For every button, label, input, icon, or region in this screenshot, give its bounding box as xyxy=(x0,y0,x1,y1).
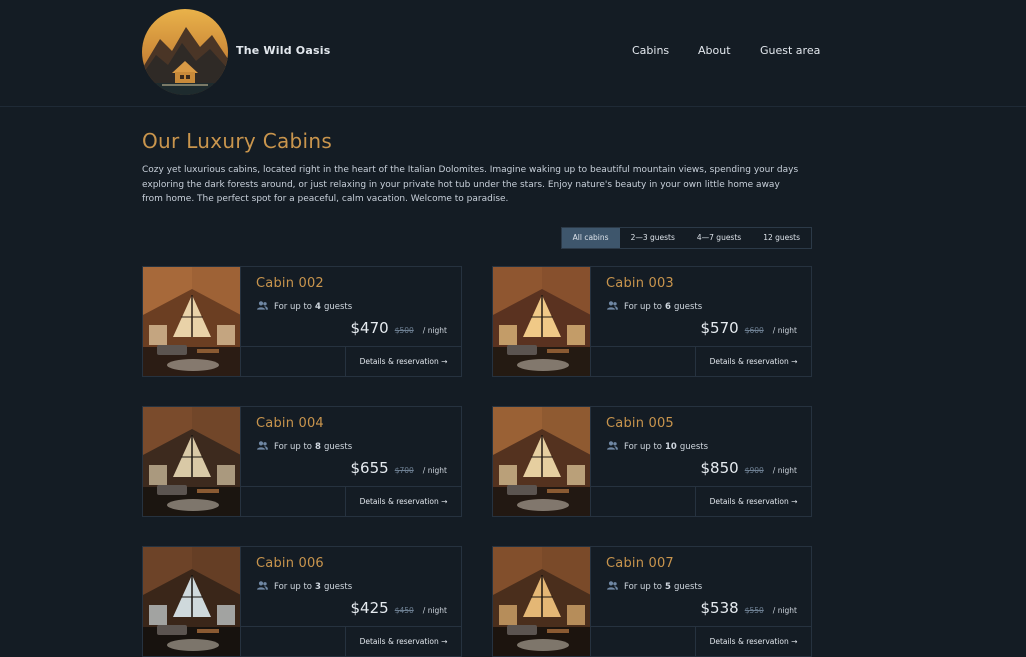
price-row: $850 $900 / night xyxy=(701,459,797,477)
users-icon xyxy=(257,301,268,313)
filter-2-3-guests[interactable]: 2—3 guests xyxy=(620,228,686,248)
cabin-card: Cabin 004 For up to 8 guests $655 $700 /… xyxy=(142,406,462,517)
guests-suffix: guests xyxy=(673,582,703,592)
cabin-name: Cabin 004 xyxy=(256,416,324,431)
nav-about[interactable]: About xyxy=(698,44,731,57)
guests-prefix: For up to xyxy=(274,582,313,592)
details-reservation-button[interactable]: Details & reservation → xyxy=(695,487,811,517)
site-header: The Wild Oasis Cabins About Guest area xyxy=(0,0,1026,107)
guests-prefix: For up to xyxy=(624,442,663,452)
per-night-label: / night xyxy=(772,606,797,615)
cabin-grid: Cabin 002 For up to 4 guests $470 $500 /… xyxy=(142,266,812,657)
per-night-label: / night xyxy=(772,326,797,335)
card-footer: Details & reservation → xyxy=(241,486,461,517)
guests-prefix: For up to xyxy=(274,442,313,452)
cabin-card: Cabin 007 For up to 5 guests $538 $550 /… xyxy=(492,546,812,657)
details-reservation-button[interactable]: Details & reservation → xyxy=(345,487,461,517)
users-icon xyxy=(607,441,618,453)
guests-count: 4 xyxy=(315,302,321,312)
users-icon xyxy=(607,581,618,593)
price-row: $570 $600 / night xyxy=(701,319,797,337)
cabin-price: $570 xyxy=(700,319,739,337)
cabin-photo[interactable] xyxy=(493,547,591,656)
cabin-name: Cabin 006 xyxy=(256,556,324,571)
card-footer: Details & reservation → xyxy=(241,626,461,657)
users-icon xyxy=(257,441,268,453)
cabin-card: Cabin 003 For up to 6 guests $570 $600 /… xyxy=(492,266,812,377)
details-reservation-button[interactable]: Details & reservation → xyxy=(345,347,461,377)
cabin-regular-price: $900 xyxy=(744,466,764,475)
cabin-photo[interactable] xyxy=(143,547,241,656)
cabin-regular-price: $450 xyxy=(394,606,414,615)
users-icon xyxy=(607,301,618,313)
filter-4-7-guests[interactable]: 4—7 guests xyxy=(686,228,752,248)
card-footer: Details & reservation → xyxy=(591,486,811,517)
cabin-guests: For up to 3 guests xyxy=(257,581,352,593)
guests-count: 10 xyxy=(665,442,677,452)
cabin-regular-price: $500 xyxy=(394,326,414,335)
card-footer: Details & reservation → xyxy=(591,626,811,657)
page-title: Our Luxury Cabins xyxy=(142,129,333,153)
price-row: $470 $500 / night xyxy=(351,319,447,337)
cabin-name: Cabin 005 xyxy=(606,416,674,431)
cabin-price: $425 xyxy=(350,599,389,617)
price-row: $425 $450 / night xyxy=(351,599,447,617)
cabin-regular-price: $700 xyxy=(394,466,414,475)
mountain-cabin-logo[interactable] xyxy=(142,9,228,95)
cabin-guests: For up to 6 guests xyxy=(607,301,702,313)
per-night-label: / night xyxy=(422,606,447,615)
guests-prefix: For up to xyxy=(624,302,663,312)
cabin-guests: For up to 10 guests xyxy=(607,441,708,453)
guests-count: 8 xyxy=(315,442,321,452)
cabin-photo[interactable] xyxy=(493,267,591,376)
guests-suffix: guests xyxy=(673,302,703,312)
cabin-price: $850 xyxy=(700,459,739,477)
guests-suffix: guests xyxy=(323,302,353,312)
guests-count: 5 xyxy=(665,582,671,592)
details-reservation-button[interactable]: Details & reservation → xyxy=(695,627,811,657)
guest-filter: All cabins 2—3 guests 4—7 guests 12 gues… xyxy=(560,227,812,249)
price-row: $655 $700 / night xyxy=(351,459,447,477)
nav-cabins[interactable]: Cabins xyxy=(632,44,669,57)
cabin-guests: For up to 5 guests xyxy=(607,581,702,593)
cabin-card: Cabin 002 For up to 4 guests $470 $500 /… xyxy=(142,266,462,377)
cabin-photo[interactable] xyxy=(143,407,241,516)
cabin-card: Cabin 005 For up to 10 guests $850 $900 … xyxy=(492,406,812,517)
cabin-card: Cabin 006 For up to 3 guests $425 $450 /… xyxy=(142,546,462,657)
guests-suffix: guests xyxy=(323,442,353,452)
users-icon xyxy=(257,581,268,593)
cabin-price: $538 xyxy=(700,599,739,617)
per-night-label: / night xyxy=(772,466,797,475)
filter-12-guests[interactable]: 12 guests xyxy=(752,228,811,248)
cabin-price: $470 xyxy=(350,319,389,337)
cabin-name: Cabin 003 xyxy=(606,276,674,291)
nav-guest-area[interactable]: Guest area xyxy=(760,44,820,57)
guests-suffix: guests xyxy=(679,442,709,452)
cabin-name: Cabin 002 xyxy=(256,276,324,291)
cabin-regular-price: $600 xyxy=(744,326,764,335)
guests-suffix: guests xyxy=(323,582,353,592)
cabin-photo[interactable] xyxy=(143,267,241,376)
cabin-regular-price: $550 xyxy=(744,606,764,615)
guests-prefix: For up to xyxy=(624,582,663,592)
brand-name[interactable]: The Wild Oasis xyxy=(236,44,330,57)
cabin-price: $655 xyxy=(350,459,389,477)
guests-count: 6 xyxy=(665,302,671,312)
cabin-guests: For up to 8 guests xyxy=(257,441,352,453)
guests-prefix: For up to xyxy=(274,302,313,312)
card-footer: Details & reservation → xyxy=(241,346,461,377)
per-night-label: / night xyxy=(422,466,447,475)
guests-count: 3 xyxy=(315,582,321,592)
card-footer: Details & reservation → xyxy=(591,346,811,377)
intro-text: Cozy yet luxurious cabins, located right… xyxy=(142,165,799,204)
filter-all-cabins[interactable]: All cabins xyxy=(561,228,620,248)
cabin-name: Cabin 007 xyxy=(606,556,674,571)
details-reservation-button[interactable]: Details & reservation → xyxy=(695,347,811,377)
cabin-guests: For up to 4 guests xyxy=(257,301,352,313)
cabin-photo[interactable] xyxy=(493,407,591,516)
per-night-label: / night xyxy=(422,326,447,335)
price-row: $538 $550 / night xyxy=(701,599,797,617)
details-reservation-button[interactable]: Details & reservation → xyxy=(345,627,461,657)
